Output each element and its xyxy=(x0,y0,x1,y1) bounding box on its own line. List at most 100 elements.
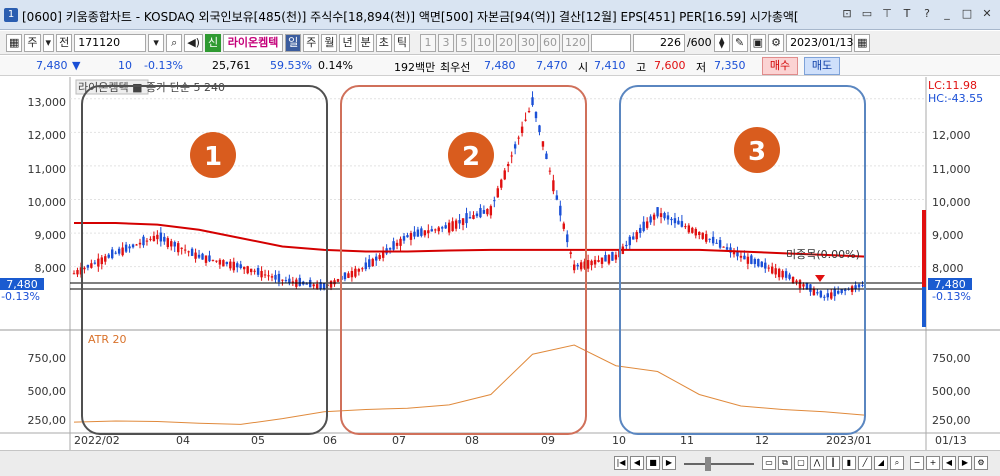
quote-open-label: 시 xyxy=(578,61,589,74)
down-arrow-icon: ▼ xyxy=(72,59,81,72)
candle-body xyxy=(263,274,267,276)
x-tick: 2022/02 xyxy=(74,434,120,447)
interval-120[interactable]: 120 xyxy=(561,33,589,52)
view-icon[interactable]: ▭ xyxy=(762,456,776,470)
interval-5[interactable]: 5 xyxy=(455,33,472,52)
code-dropdown-icon[interactable]: ▾ xyxy=(148,33,165,52)
interval-60[interactable]: 60 xyxy=(539,33,560,52)
candle-body xyxy=(791,276,795,284)
period-tick[interactable]: 틱 xyxy=(393,33,410,52)
stop-icon[interactable]: ■ xyxy=(646,456,660,470)
interval-10[interactable]: 10 xyxy=(473,33,494,52)
interval-3[interactable]: 3 xyxy=(437,33,454,52)
candle-body xyxy=(239,264,242,269)
candle-body xyxy=(843,289,847,291)
period-second[interactable]: 초 xyxy=(375,33,392,52)
zoom-out-icon[interactable]: − xyxy=(910,456,924,470)
period-month[interactable]: 월 xyxy=(321,33,338,52)
price-tick: 10,000 xyxy=(28,196,67,209)
interval-30[interactable]: 30 xyxy=(517,33,538,52)
zoom-in-icon[interactable]: + xyxy=(926,456,940,470)
interval-custom-input[interactable] xyxy=(590,33,631,52)
bar-icon[interactable]: ▮ xyxy=(842,456,856,470)
period-minute[interactable]: 분 xyxy=(357,33,374,52)
candle-body xyxy=(461,218,465,225)
candle-body xyxy=(149,238,152,240)
window-number: 1 xyxy=(4,8,18,22)
price-tick: 11,000 xyxy=(932,163,971,176)
candle-body xyxy=(124,244,128,252)
candle-body xyxy=(371,258,374,267)
first-icon[interactable]: |◀ xyxy=(614,456,628,470)
interval-1[interactable]: 1 xyxy=(419,33,436,52)
zoom-slider[interactable] xyxy=(684,463,754,465)
candle-body xyxy=(764,262,767,269)
zigzag-icon[interactable]: ⋀ xyxy=(810,456,824,470)
new-badge[interactable]: 신 xyxy=(204,33,222,52)
area-icon[interactable]: ◢ xyxy=(874,456,888,470)
calendar-icon[interactable]: ▦ xyxy=(854,33,871,52)
price-tick: 9,000 xyxy=(932,229,964,242)
stock-code-input[interactable]: 171120 xyxy=(74,33,147,52)
text-icon[interactable]: T xyxy=(900,7,914,21)
pin-icon[interactable]: ⊤ xyxy=(880,7,894,21)
grid-icon[interactable]: ▦ xyxy=(6,33,23,52)
next-icon[interactable]: ▶ xyxy=(662,456,676,470)
candle-body xyxy=(277,273,281,282)
scroll-left-icon[interactable]: ◀ xyxy=(942,456,956,470)
cell-icon[interactable]: ▢ xyxy=(794,456,808,470)
candle-body xyxy=(507,164,510,167)
close-icon[interactable]: ✕ xyxy=(980,7,994,21)
candle-body xyxy=(215,260,218,262)
chart-area[interactable]: 13,000 12,000 11,000 10,000 9,000 8,000 … xyxy=(0,77,1000,450)
price-chart-svg[interactable]: 13,000 12,000 11,000 10,000 9,000 8,000 … xyxy=(0,77,1000,450)
candle-icon[interactable]: ┃ xyxy=(826,456,840,470)
prev-icon[interactable]: ◀ xyxy=(630,456,644,470)
line-icon[interactable]: ╱ xyxy=(858,456,872,470)
range-select[interactable]: 전 xyxy=(56,33,73,52)
candle-body xyxy=(579,262,583,270)
market-select[interactable]: 주 xyxy=(24,33,41,52)
settings-icon[interactable]: ⚙ xyxy=(974,456,988,470)
tile-icon[interactable]: ▭ xyxy=(860,7,874,21)
gear-icon[interactable]: ⚙ xyxy=(768,33,785,52)
sound-icon[interactable]: ◀) xyxy=(184,33,203,52)
candle-body xyxy=(593,259,597,265)
save-icon[interactable]: ▣ xyxy=(749,33,767,52)
sell-button[interactable]: 매도 xyxy=(804,57,840,75)
candle-body xyxy=(388,248,392,250)
period-year[interactable]: 년 xyxy=(339,33,356,52)
draw-icon[interactable]: ✎ xyxy=(731,33,748,52)
period-week[interactable]: 주 xyxy=(303,33,320,52)
buy-button[interactable]: 매수 xyxy=(762,57,798,75)
search-icon[interactable]: ⌕ xyxy=(166,33,183,52)
scroll-right-icon[interactable]: ▶ xyxy=(958,456,972,470)
quote-price: 7,480 xyxy=(36,59,68,72)
indicator-icon[interactable]: ⧫ xyxy=(713,33,730,52)
candle-body xyxy=(232,261,235,271)
copy-icon[interactable]: ⧉ xyxy=(778,456,792,470)
candle-body xyxy=(479,207,482,218)
market-select-arrow-icon[interactable]: ▾ xyxy=(42,33,55,52)
zoom-slider-handle[interactable] xyxy=(705,457,711,471)
candle-body xyxy=(284,280,288,282)
maximize-icon[interactable]: □ xyxy=(960,7,974,21)
date-input[interactable]: 2023/01/13 xyxy=(786,33,853,52)
help-icon[interactable]: ? xyxy=(920,7,934,21)
interval-20[interactable]: 20 xyxy=(495,33,516,52)
candle-body xyxy=(111,249,114,259)
candle-body xyxy=(243,266,246,270)
atr-legend: ATR 20 xyxy=(88,333,127,346)
x-tick: 07 xyxy=(392,434,406,447)
price-tick: 9,000 xyxy=(35,229,67,242)
count-input[interactable]: 226 xyxy=(632,33,685,52)
candle-body xyxy=(305,283,308,285)
candle-body xyxy=(788,274,791,279)
magnify-icon[interactable]: ⌕ xyxy=(890,456,904,470)
candle-body xyxy=(90,263,93,268)
period-day[interactable]: 일 xyxy=(285,33,302,52)
link-icon[interactable]: ⊡ xyxy=(840,7,854,21)
minimize-icon[interactable]: _ xyxy=(940,7,954,21)
candle-body xyxy=(368,259,371,268)
atr-tick: 250,00 xyxy=(28,414,67,427)
